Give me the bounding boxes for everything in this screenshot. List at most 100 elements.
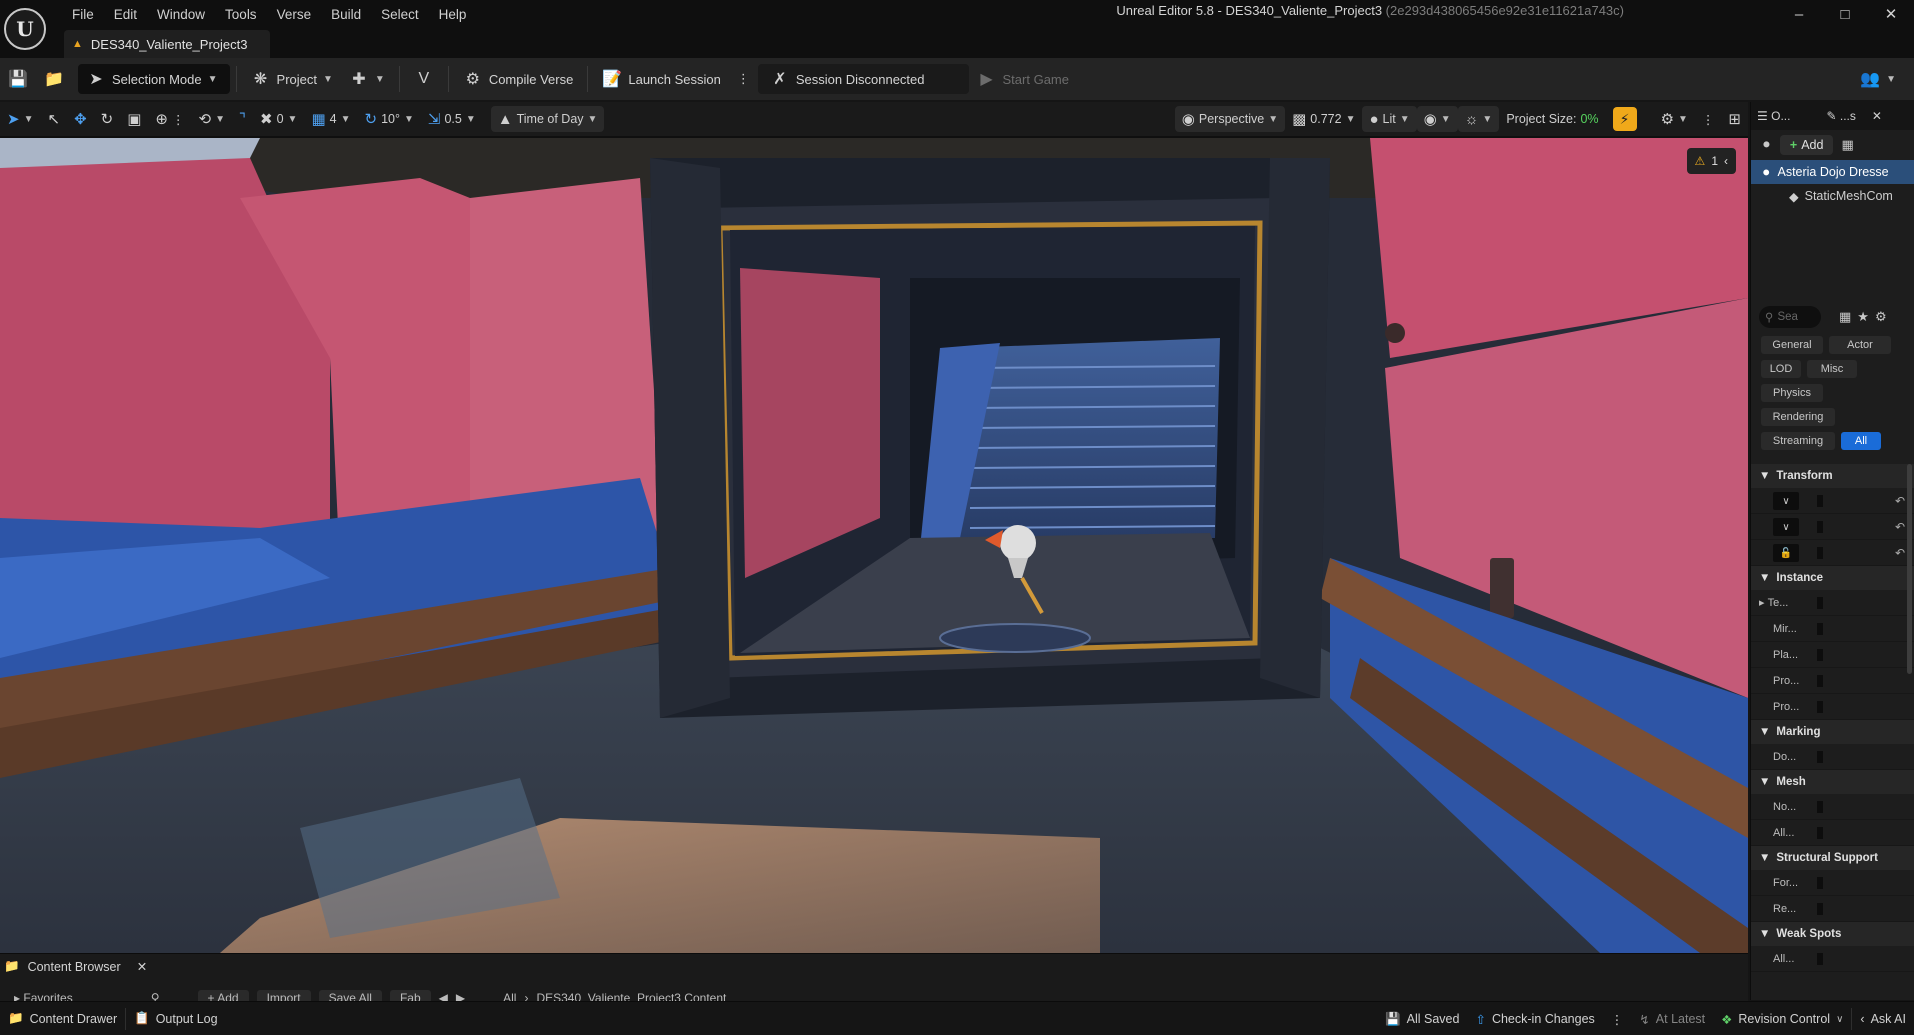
select-mode-button[interactable]: ↖ <box>40 106 67 132</box>
details-tab[interactable]: ✎ ...s <box>1826 109 1855 123</box>
check-in-button[interactable]: ⇧ Check-in Changes <box>1467 1012 1602 1027</box>
scale-button[interactable]: ▣ <box>120 106 148 132</box>
table-view-icon[interactable]: ▦ <box>1839 309 1851 325</box>
realtime-toggle[interactable]: ⚡ <box>1606 106 1644 132</box>
property-row[interactable]: Re... <box>1751 896 1914 922</box>
level-tab[interactable]: ▲ DES340_Valiente_Project3 <box>64 30 270 58</box>
cb-add-button[interactable]: + Add <box>197 990 249 1001</box>
favorites-toggle[interactable]: ▸ Favorites <box>14 991 73 1001</box>
camera-speed-dropdown[interactable]: ▩ 0.772 ▼ <box>1285 106 1362 132</box>
view-mode-dropdown[interactable]: ● Lit ▼ <box>1362 106 1417 132</box>
menu-tools[interactable]: Tools <box>215 5 267 24</box>
search-icon[interactable]: ⚲ <box>151 991 160 1001</box>
translate-button[interactable]: ✥ <box>67 106 94 132</box>
select-tool-dropdown[interactable]: ➤ ▼ <box>0 106 40 132</box>
coordinate-space-button[interactable]: ⊕ ⋮ <box>148 106 191 132</box>
path-all[interactable]: All <box>503 991 516 1001</box>
property-row[interactable]: Mir... <box>1751 616 1914 642</box>
value-field[interactable] <box>1817 877 1823 889</box>
viewport-settings-dropdown[interactable]: ⚙ ▼ <box>1654 106 1695 132</box>
project-dropdown[interactable]: ❋ Project ▼ <box>243 64 341 94</box>
property-row[interactable]: Pla... <box>1751 642 1914 668</box>
outliner-item-selected[interactable]: ⚫ Asteria Dojo Dresse <box>1751 160 1914 184</box>
session-status[interactable]: ✗ Session Disconnected <box>757 64 969 94</box>
menu-help[interactable]: Help <box>429 5 477 24</box>
filter-streaming[interactable]: Streaming <box>1761 432 1835 450</box>
unreal-logo-icon[interactable]: U <box>4 8 46 50</box>
chevron-down-icon[interactable]: ∨ <box>1773 518 1799 536</box>
transform-rotation-row[interactable]: ∨ ↶ <box>1751 514 1914 540</box>
value-field[interactable] <box>1817 701 1823 713</box>
section-instance[interactable]: ▼ Instance <box>1751 566 1914 590</box>
collaborators-button[interactable]: 👥 ▼ <box>1852 64 1904 94</box>
content-browser-tab[interactable]: 📁 Content Browser ✕ <box>4 959 147 974</box>
selection-mode-dropdown[interactable]: ➤ Selection Mode ▼ <box>78 64 230 94</box>
viewport-warning-badge[interactable]: ⚠ 1 ‹ <box>1686 148 1736 174</box>
browse-button[interactable]: 📁 <box>36 64 72 94</box>
property-row[interactable]: Do... <box>1751 744 1914 770</box>
section-transform[interactable]: ▼ Transform <box>1751 464 1914 488</box>
more-options-button[interactable]: ⋮ <box>1603 1012 1632 1027</box>
value-field[interactable] <box>1817 547 1823 559</box>
perspective-dropdown[interactable]: ◉ Perspective ▼ <box>1174 106 1286 132</box>
reset-icon[interactable]: ↶ <box>1895 546 1905 560</box>
grid-snap-dropdown[interactable]: ▦ 4 ▼ <box>304 106 357 132</box>
minimize-icon[interactable]: – <box>1776 0 1822 28</box>
filter-physics[interactable]: Physics <box>1761 384 1823 402</box>
section-mesh[interactable]: ▼ Mesh <box>1751 770 1914 794</box>
menu-verse[interactable]: Verse <box>267 5 322 24</box>
menu-build[interactable]: Build <box>321 5 371 24</box>
launch-session-button[interactable]: 📝 Launch Session <box>594 64 729 94</box>
property-row[interactable]: ▸ Te... <box>1751 590 1914 616</box>
value-field[interactable] <box>1817 649 1823 661</box>
rotate-button[interactable]: ↻ <box>94 106 121 132</box>
angle-snap-dropdown[interactable]: ↻ 10° ▼ <box>357 106 420 132</box>
filter-lod[interactable]: LOD <box>1761 360 1801 378</box>
star-icon[interactable]: ★ <box>1857 309 1869 325</box>
performance-dropdown[interactable]: ☼ ▼ <box>1457 106 1500 132</box>
add-component-button[interactable]: + Add <box>1779 135 1834 155</box>
menu-file[interactable]: File <box>62 5 104 24</box>
property-row[interactable]: For... <box>1751 870 1914 896</box>
reset-icon[interactable]: ↶ <box>1895 494 1905 508</box>
cb-fab-button[interactable]: Fab <box>389 990 431 1001</box>
details-search-input[interactable]: ⚲ Sea <box>1759 306 1821 328</box>
light-actor-bulb-icon[interactable] <box>1000 525 1036 561</box>
surface-snap-button[interactable]: ⌝ <box>232 106 253 132</box>
property-row[interactable]: Pro... <box>1751 694 1914 720</box>
property-row[interactable]: Pro... <box>1751 668 1914 694</box>
transform-scale-row[interactable]: 🔓 ↶ <box>1751 540 1914 566</box>
section-marking[interactable]: ▼ Marking <box>1751 720 1914 744</box>
viewport-options-button[interactable]: ⋮ <box>1695 106 1722 132</box>
save-button[interactable]: 💾 <box>0 64 36 94</box>
transform-mode-dropdown[interactable]: ⟲ ▼ <box>191 106 231 132</box>
gear-icon[interactable]: ⚙ <box>1875 309 1887 325</box>
cb-import-button[interactable]: Import <box>256 990 311 1001</box>
property-row[interactable]: All... <box>1751 820 1914 846</box>
content-drawer-button[interactable]: 📁 Content Drawer <box>0 1011 125 1026</box>
value-field[interactable] <box>1817 675 1823 687</box>
filter-misc[interactable]: Misc <box>1807 360 1857 378</box>
menu-select[interactable]: Select <box>371 5 429 24</box>
close-icon[interactable]: ✕ <box>1868 0 1914 28</box>
filter-general[interactable]: General <box>1761 336 1823 354</box>
details-scrollbar[interactable] <box>1907 464 1912 674</box>
history-forward-icon[interactable]: ▶ <box>456 991 465 1001</box>
section-weak-spots[interactable]: ▼ Weak Spots <box>1751 922 1914 946</box>
value-field[interactable] <box>1817 953 1823 965</box>
value-field[interactable] <box>1817 623 1823 635</box>
close-icon[interactable]: ✕ <box>137 959 147 974</box>
value-field[interactable] <box>1817 801 1823 813</box>
reset-icon[interactable]: ↶ <box>1895 520 1905 534</box>
start-game-button[interactable]: ▶ Start Game <box>969 64 1077 94</box>
menu-edit[interactable]: Edit <box>104 5 147 24</box>
value-field[interactable] <box>1817 521 1823 533</box>
layout-button[interactable]: ⊞ <box>1721 106 1748 132</box>
lock-icon[interactable]: 🔓 <box>1773 544 1799 562</box>
ask-ai-button[interactable]: ‹ Ask AI <box>1852 1012 1914 1026</box>
history-back-icon[interactable]: ◀ <box>439 991 448 1001</box>
value-field[interactable] <box>1817 827 1823 839</box>
scene-render[interactable] <box>0 138 1748 953</box>
rotate-snap-dropdown[interactable]: ✖ 0 ▼ <box>253 106 304 132</box>
filter-rendering[interactable]: Rendering <box>1761 408 1835 426</box>
